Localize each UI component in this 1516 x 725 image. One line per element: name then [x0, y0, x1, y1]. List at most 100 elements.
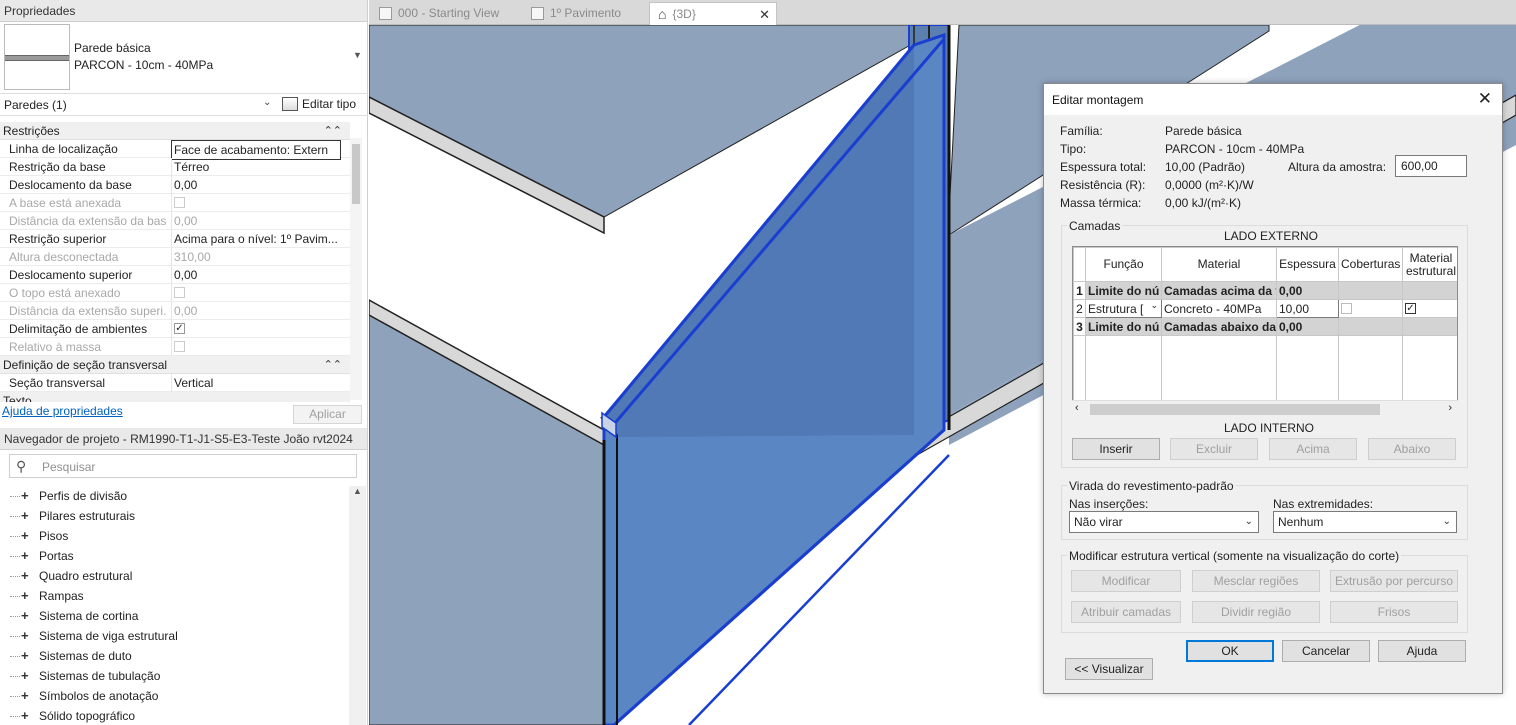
search-input[interactable]: ⚲ Pesquisar	[9, 454, 357, 478]
delete-button[interactable]: Excluir	[1170, 438, 1258, 460]
chevron-down-icon[interactable]: ⌄	[263, 97, 271, 108]
property-value-input[interactable]: Face de acabamento: Extern	[171, 140, 341, 160]
help-button[interactable]: Ajuda	[1378, 640, 1466, 662]
split-region-button[interactable]: Dividir região	[1192, 601, 1320, 623]
tree-item[interactable]: + Sistemas de duto	[0, 646, 348, 666]
scroll-up-icon[interactable]: ▲	[353, 486, 362, 496]
cancel-button[interactable]: Cancelar	[1282, 640, 1370, 662]
tree-item[interactable]: + Sistema de cortina	[0, 606, 348, 626]
expand-icon[interactable]: +	[21, 706, 29, 725]
tree-item[interactable]: + Quadro estrutural	[0, 566, 348, 586]
close-icon[interactable]: ✕	[759, 3, 770, 26]
chevron-down-icon[interactable]: ▼	[353, 50, 362, 60]
property-row[interactable]: Deslocamento da base 0,00	[0, 176, 350, 194]
property-row[interactable]: Seção transversal Vertical	[0, 374, 350, 392]
collapse-icon[interactable]: ⌃⌃	[324, 122, 342, 140]
expand-icon[interactable]: +	[21, 666, 29, 686]
wraps-checkbox[interactable]	[1341, 302, 1352, 314]
tree-item[interactable]: + Sólido topográfico	[0, 706, 348, 725]
merge-regions-button[interactable]: Mesclar regiões	[1192, 570, 1320, 592]
expand-icon[interactable]: +	[21, 586, 29, 606]
section-header[interactable]: Restrições ⌃⌃	[0, 122, 350, 140]
cell-thickness[interactable]: 0,00	[1276, 317, 1339, 336]
cell-material[interactable]: Camadas acima da vi	[1161, 281, 1277, 300]
property-row[interactable]: Restrição da base Térreo	[0, 158, 350, 176]
cell-wraps[interactable]	[1338, 299, 1403, 318]
tree-item[interactable]: + Símbolos de anotação	[0, 686, 348, 706]
expand-icon[interactable]: +	[21, 506, 29, 526]
col-header-thickness[interactable]: Espessura	[1276, 247, 1339, 282]
expand-icon[interactable]: +	[21, 546, 29, 566]
cell-structural[interactable]: ✓	[1402, 299, 1457, 318]
tree-item[interactable]: + Pisos	[0, 526, 348, 546]
layers-horizontal-scrollbar[interactable]: ‹ ›	[1072, 400, 1458, 417]
tab-1-pavimento[interactable]: 1º Pavimento	[523, 2, 649, 25]
structural-checkbox-checked[interactable]: ✓	[1405, 302, 1416, 314]
property-row[interactable]: Delimitação de ambientes ✓	[0, 320, 350, 338]
section-header[interactable]: Texto	[0, 392, 350, 402]
inserts-select[interactable]: Não virar ⌄	[1069, 511, 1259, 533]
section-header[interactable]: Definição de seção transversal ⌃⌃	[0, 356, 350, 374]
expand-icon[interactable]: +	[21, 526, 29, 546]
scroll-right-icon[interactable]: ›	[1448, 402, 1452, 414]
cell-function[interactable]: Limite do nú	[1085, 317, 1162, 336]
expand-icon[interactable]: +	[21, 606, 29, 626]
modify-button[interactable]: Modificar	[1071, 570, 1181, 592]
chevron-down-icon[interactable]: ⌄	[1150, 301, 1158, 312]
cell-function-select[interactable]: Estrutura [⌄	[1085, 299, 1162, 318]
ok-button[interactable]: OK	[1186, 640, 1274, 662]
property-value[interactable]: 0,00	[171, 266, 341, 284]
cell-material[interactable]: Camadas abaixo da	[1161, 317, 1277, 336]
col-header-wraps[interactable]: Coberturas	[1338, 247, 1403, 282]
col-header-structural[interactable]: Material estrutural	[1402, 247, 1457, 282]
expand-icon[interactable]: +	[21, 486, 29, 506]
property-row[interactable]: Restrição superior Acima para o nível: 1º…	[0, 230, 350, 248]
tree-item[interactable]: + Portas	[0, 546, 348, 566]
property-checkbox-cell[interactable]: ✓	[171, 320, 341, 338]
tree-item[interactable]: + Pilares estruturais	[0, 506, 348, 526]
table-row[interactable]: 3 Limite do nú Camadas abaixo da 0,00	[1073, 317, 1457, 336]
tree-item[interactable]: + Perfis de divisão	[0, 486, 348, 506]
cell-thickness[interactable]: 10,00	[1276, 299, 1339, 318]
reveals-button[interactable]: Frisos	[1330, 601, 1458, 623]
table-row[interactable]: 1 Limite do nú Camadas acima da vi 0,00	[1073, 281, 1457, 300]
property-value[interactable]: Térreo	[171, 158, 341, 176]
tree-item[interactable]: + Sistema de viga estrutural	[0, 626, 348, 646]
preview-button[interactable]: << Visualizar	[1065, 658, 1153, 680]
ends-select[interactable]: Nenhum ⌄	[1273, 511, 1457, 533]
property-row[interactable]: Linha de localização Face de acabamento: …	[0, 140, 350, 160]
property-row[interactable]: Deslocamento superior 0,00	[0, 266, 350, 284]
tab-starting-view[interactable]: 000 - Starting View	[371, 2, 523, 25]
insert-button[interactable]: Inserir	[1072, 438, 1160, 460]
browser-scrollbar[interactable]: ▲	[349, 486, 366, 725]
checkbox-checked[interactable]: ✓	[174, 323, 185, 335]
expand-icon[interactable]: +	[21, 566, 29, 586]
tab-3d[interactable]: ⌂ {3D} ✕	[649, 2, 777, 25]
sweeps-button[interactable]: Extrusão por percurso	[1330, 570, 1458, 592]
instance-filter[interactable]: Paredes (1) ⌄ Editar tipo	[0, 94, 368, 116]
cell-thickness[interactable]: 0,00	[1276, 281, 1339, 300]
table-row[interactable]: 2 Estrutura [⌄ Concreto - 40MPa 10,00 ✓	[1073, 299, 1457, 318]
close-icon[interactable]: ✕	[1478, 89, 1492, 109]
move-up-button[interactable]: Acima	[1269, 438, 1357, 460]
expand-icon[interactable]: +	[21, 646, 29, 666]
col-header-material[interactable]: Material	[1161, 247, 1277, 282]
tree-item[interactable]: + Rampas	[0, 586, 348, 606]
collapse-icon[interactable]: ⌃⌃	[324, 356, 342, 374]
move-down-button[interactable]: Abaixo	[1368, 438, 1456, 460]
scroll-left-icon[interactable]: ‹	[1075, 402, 1079, 414]
expand-icon[interactable]: +	[21, 626, 29, 646]
properties-scrollbar[interactable]	[350, 138, 362, 400]
expand-icon[interactable]: +	[21, 686, 29, 706]
sample-height-input[interactable]: 600,00	[1395, 155, 1467, 177]
properties-help-link[interactable]: Ajuda de propriedades	[2, 404, 123, 418]
assign-layers-button[interactable]: Atribuir camadas	[1071, 601, 1181, 623]
tree-item[interactable]: + Sistemas de tubulação	[0, 666, 348, 686]
property-value[interactable]: 0,00	[171, 176, 341, 194]
type-selector[interactable]: Parede básica PARCON - 10cm - 40MPa ▼	[0, 22, 368, 94]
apply-button[interactable]: Aplicar	[293, 405, 362, 424]
col-header-function[interactable]: Função	[1085, 247, 1162, 282]
property-value[interactable]: Acima para o nível: 1º Pavim...	[171, 230, 341, 248]
edit-type-button[interactable]: Editar tipo	[282, 97, 356, 111]
cell-function[interactable]: Limite do nú	[1085, 281, 1162, 300]
